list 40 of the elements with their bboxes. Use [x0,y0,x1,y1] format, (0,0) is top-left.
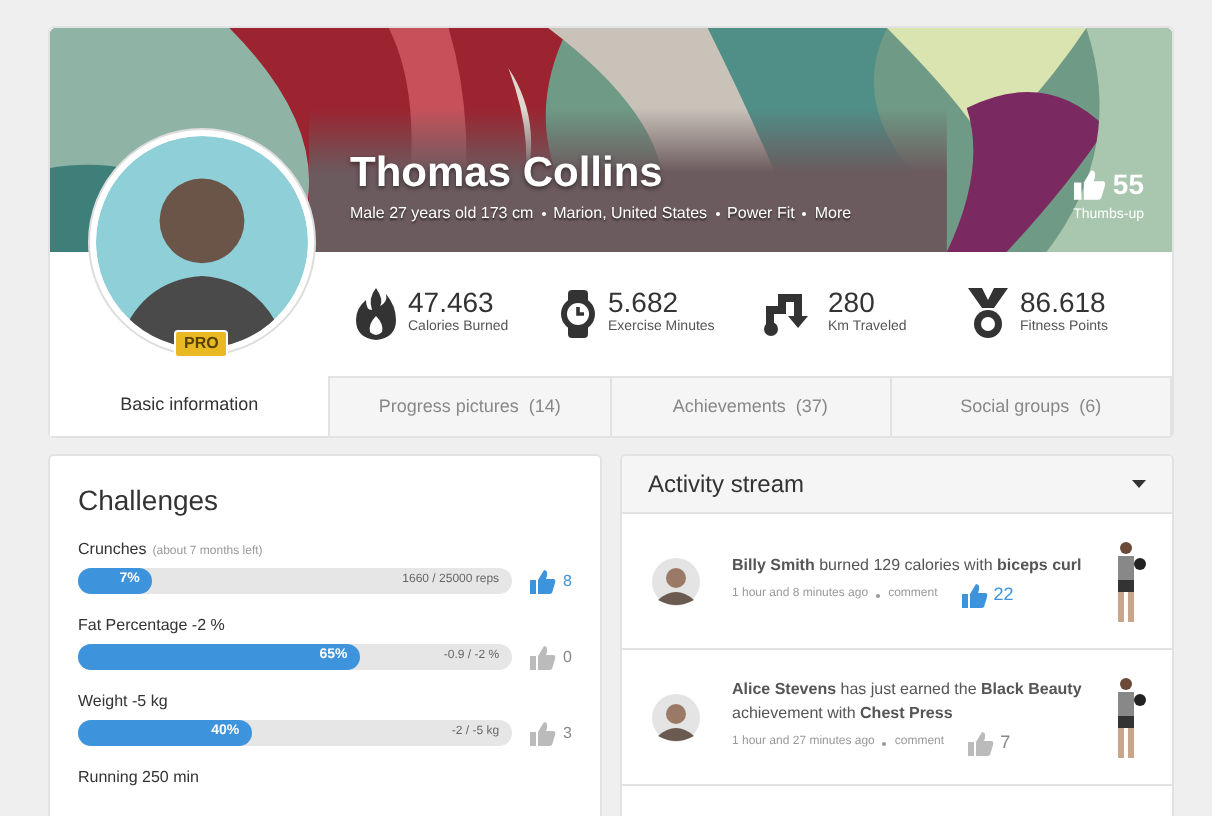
challenge-name: Running 250 min [78,766,199,790]
profile-detail: Male 27 years old 173 cm [350,202,534,226]
user-avatar [652,693,700,741]
caret-icon[interactable] [1132,480,1146,488]
panel-title: Challenges [78,482,221,520]
thumbs-up-icon [529,645,556,669]
profile-tab[interactable]: Progress pictures (14) [330,376,611,436]
like-button[interactable]: 22 [961,581,1014,609]
challenge-name: Crunches [78,538,147,562]
profile-tab[interactable]: Basic information [50,376,331,436]
like-button[interactable]: 3 [529,721,572,745]
like-button[interactable]: 0 [529,645,572,669]
thumbs-up-icon [961,583,988,607]
pro-badge: PRO [174,330,229,358]
profile-tab[interactable]: Achievements (37) [611,376,892,436]
stat-value: 47.463 [408,288,496,319]
profile-detail: Power Fit [727,202,795,226]
thumbs-up-icon [529,721,556,745]
stat-value: 86.618 [1020,288,1108,319]
challenge-name: Fat Percentage -2 % [78,614,225,638]
watch-icon [560,290,596,338]
thumbs-up-icon [529,569,556,593]
profile-name: Thomas Collins [350,150,665,198]
stat-value: 5.682 [608,288,681,319]
like-button[interactable]: 7 [968,729,1011,757]
thumbs-up-count: 55 [1112,165,1144,203]
user-avatar [652,557,700,605]
thumbs-up-icon [968,731,995,755]
thumbs-up-icon [1074,169,1107,199]
challenge-name: Weight -5 kg [78,690,168,714]
more-link[interactable]: More [814,202,852,226]
medal-icon [968,288,1008,340]
flame-icon [356,288,396,340]
stat-value: 280 [828,288,877,319]
activity-text: Alice Stevens has just earned the Black Beauty achievement with Chest Press [732,677,1084,726]
panel-title: Activity stream [648,468,805,502]
like-button[interactable]: 8 [529,569,572,593]
activity-text: Billy Smith burned 129 calories with biceps curl [732,553,1084,578]
profile-tab[interactable]: Social groups (6) [891,376,1172,436]
profile-detail: Marion, United States [553,202,708,226]
